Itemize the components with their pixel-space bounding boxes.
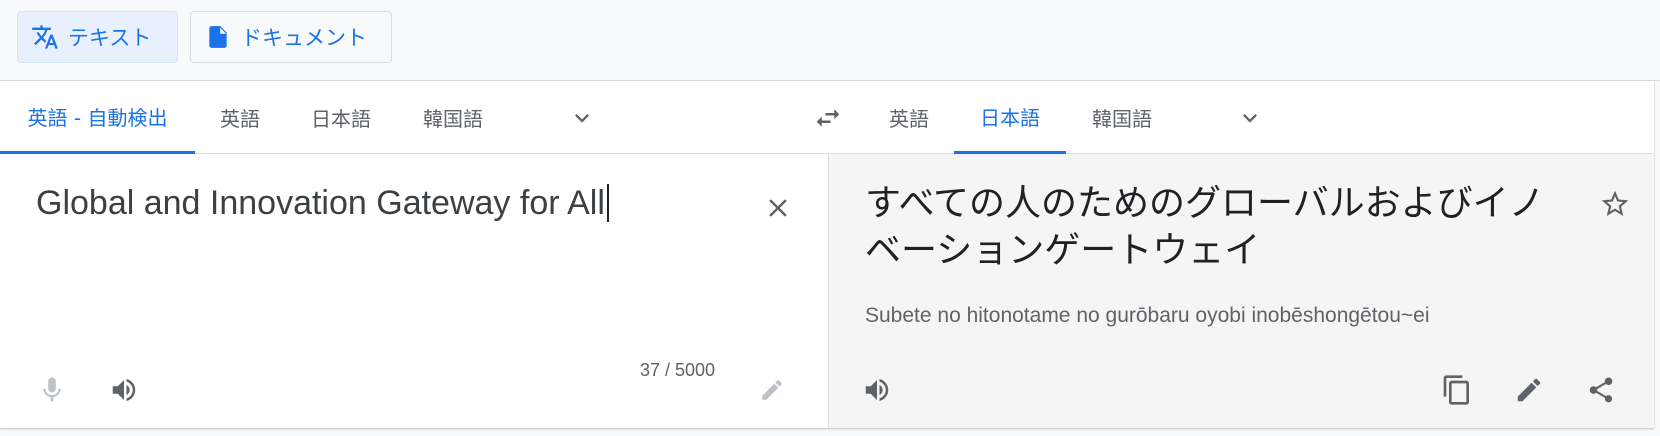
text-mode-label: テキスト <box>68 26 152 50</box>
source-text: Global and Innovation Gateway for All <box>36 184 605 222</box>
target-lang-tab-korean[interactable]: 韓国語 <box>1066 81 1178 154</box>
star-icon[interactable] <box>1591 180 1639 228</box>
target-lang-tab-japanese[interactable]: 日本語 <box>954 81 1066 154</box>
share-icon[interactable] <box>1577 366 1625 414</box>
source-lang-tab-detect[interactable]: 英語 - 自動検出 <box>0 81 195 154</box>
document-icon <box>203 22 233 52</box>
char-counter: 37 / 5000 <box>640 360 716 380</box>
swap-icon[interactable] <box>808 98 848 138</box>
edit-icon[interactable] <box>1505 366 1553 414</box>
source-lang-tab-english[interactable]: 英語 <box>195 81 285 154</box>
document-mode-button[interactable]: ドキュメント <box>190 11 392 63</box>
source-lang-chevron-down-icon[interactable] <box>562 98 602 138</box>
text-caret <box>606 184 609 222</box>
translated-text: すべての人のためのグローバルおよびイノベーションゲートウェイ <box>865 183 1545 271</box>
close-icon[interactable] <box>754 184 802 232</box>
text-mode-button[interactable]: テキスト <box>17 11 178 63</box>
mic-icon[interactable] <box>28 366 76 414</box>
source-text-input[interactable]: Global and Innovation Gateway for All <box>36 184 756 223</box>
source-lang-tab-japanese[interactable]: 日本語 <box>285 81 397 154</box>
speaker-icon[interactable] <box>853 366 901 414</box>
translate-icon <box>30 22 60 52</box>
language-bar: 英語 - 自動検出 英語 日本語 韓国語 英語 日本語 韓国語 <box>0 81 1654 154</box>
translate-card: 英語 - 自動検出 英語 日本語 韓国語 英語 日本語 韓国語 Global a… <box>0 81 1654 428</box>
edit-icon[interactable] <box>748 366 796 414</box>
target-lang-tab-english[interactable]: 英語 <box>864 81 954 154</box>
source-pane: Global and Innovation Gateway for All 37… <box>0 154 828 428</box>
target-pane: すべての人のためのグローバルおよびイノベーションゲートウェイ Subete no… <box>828 154 1654 428</box>
copy-icon[interactable] <box>1433 366 1481 414</box>
source-lang-tab-korean[interactable]: 韓国語 <box>397 81 509 154</box>
target-lang-chevron-down-icon[interactable] <box>1230 98 1270 138</box>
transliteration: Subete no hitonotame no gurōbaru oyobi i… <box>865 304 1430 327</box>
document-mode-label: ドキュメント <box>241 26 367 50</box>
speaker-icon[interactable] <box>100 366 148 414</box>
mode-toolbar: テキスト ドキュメント <box>0 0 1660 80</box>
